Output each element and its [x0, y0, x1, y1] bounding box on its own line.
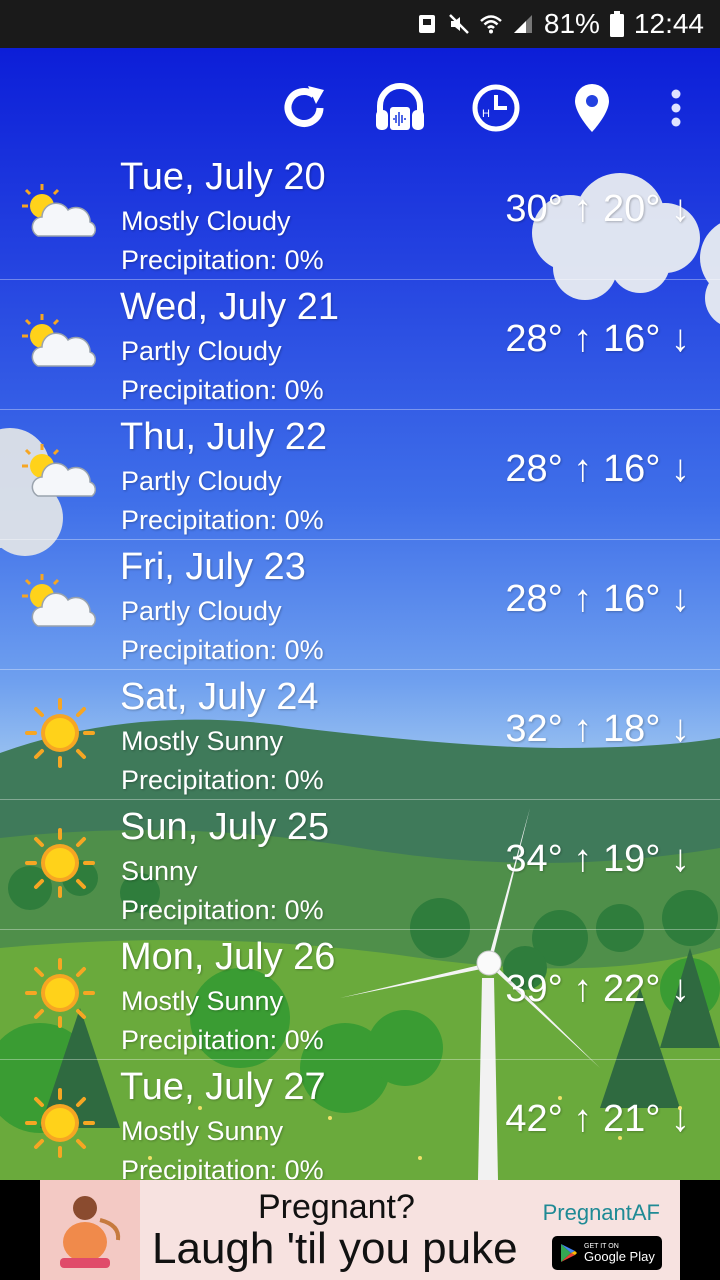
- sun-icon: [25, 698, 95, 768]
- forecast-temps: 39° ↑ 22° ↓: [505, 968, 690, 1010]
- forecast-list: Tue, July 20 Mostly Cloudy Precipitation…: [0, 150, 720, 1189]
- sun-icon: [25, 958, 95, 1028]
- forecast-condition: Mostly Sunny: [121, 986, 284, 1016]
- ad-body: Laugh 'til you puke: [152, 1224, 518, 1273]
- forecast-row[interactable]: Tue, July 27 Mostly Sunny Precipitation:…: [0, 1060, 720, 1189]
- ad-illustration: [40, 1180, 140, 1280]
- forecast-condition: Partly Cloudy: [121, 336, 282, 366]
- forecast-date: Tue, July 27: [120, 1066, 326, 1108]
- hourly-button[interactable]: H: [466, 78, 526, 138]
- forecast-date: Sat, July 24: [120, 676, 319, 718]
- forecast-condition: Mostly Cloudy: [121, 206, 291, 236]
- partly-cloudy-icon: [22, 314, 96, 367]
- forecast-condition: Partly Cloudy: [121, 596, 282, 626]
- forecast-precipitation: Precipitation: 0%: [121, 1025, 324, 1055]
- battery-icon: [609, 11, 624, 37]
- forecast-precipitation: Precipitation: 0%: [121, 375, 324, 405]
- forecast-date: Tue, July 20: [120, 156, 326, 198]
- play-store-icon: [561, 1244, 577, 1262]
- status-bar: 81% 12:44: [0, 0, 720, 48]
- svg-text:H: H: [482, 108, 490, 120]
- forecast-date: Thu, July 22: [120, 416, 327, 458]
- forecast-condition: Sunny: [121, 856, 198, 886]
- sun-icon: [25, 828, 95, 898]
- forecast-temps: 28° ↑ 16° ↓: [505, 578, 690, 620]
- sun-icon: [25, 1088, 95, 1158]
- forecast-precipitation: Precipitation: 0%: [121, 635, 324, 665]
- forecast-condition: Mostly Sunny: [121, 1116, 284, 1146]
- forecast-temps: 34° ↑ 19° ↓: [505, 838, 690, 880]
- forecast-condition: Mostly Sunny: [121, 726, 284, 756]
- forecast-row[interactable]: Wed, July 21 Partly Cloudy Precipitation…: [0, 280, 720, 410]
- location-pin-icon: [575, 84, 609, 132]
- more-vert-icon: [671, 89, 681, 127]
- partly-cloudy-icon: [22, 574, 96, 627]
- forecast-temps: 28° ↑ 16° ↓: [505, 318, 690, 360]
- forecast-temps: 42° ↑ 21° ↓: [505, 1098, 690, 1140]
- forecast-row[interactable]: Sat, July 24 Mostly Sunny Precipitation:…: [0, 670, 720, 800]
- ad-banner[interactable]: Pregnant? Laugh 'til you puke PregnantAF…: [40, 1180, 680, 1280]
- partly-cloudy-icon: [22, 184, 96, 237]
- forecast-temps: 28° ↑ 16° ↓: [505, 448, 690, 490]
- store-badge-text: Google Play: [584, 1249, 655, 1264]
- forecast-row[interactable]: Fri, July 23 Partly Cloudy Precipitation…: [0, 540, 720, 670]
- forecast-row[interactable]: Thu, July 22 Partly Cloudy Precipitation…: [0, 410, 720, 540]
- forecast-temps: 30° ↑ 20° ↓: [505, 188, 690, 230]
- ad-headline: Pregnant?: [258, 1188, 415, 1226]
- mute-icon: [448, 14, 469, 34]
- wifi-icon: [480, 15, 502, 34]
- forecast-temps: 32° ↑ 18° ↓: [505, 708, 690, 750]
- storage-icon: [418, 15, 435, 33]
- clock: 12:44: [633, 8, 704, 39]
- battery-percent: 81%: [543, 8, 600, 39]
- forecast-precipitation: Precipitation: 0%: [121, 505, 324, 535]
- forecast-date: Mon, July 26: [120, 936, 336, 978]
- refresh-icon: [284, 86, 324, 127]
- location-button[interactable]: [562, 78, 622, 138]
- forecast-precipitation: Precipitation: 0%: [121, 245, 324, 275]
- weather-app-screen: 81% 12:44 H Tue, July 20 Mostly Cloudy P…: [0, 0, 720, 1280]
- forecast-row[interactable]: Tue, July 20 Mostly Cloudy Precipitation…: [0, 150, 720, 280]
- signal-icon: [513, 15, 532, 33]
- headphones-icon: [376, 83, 424, 130]
- forecast-date: Wed, July 21: [120, 286, 339, 328]
- forecast-row[interactable]: Sun, July 25 Sunny Precipitation: 0% 34°…: [0, 800, 720, 930]
- forecast-row[interactable]: Mon, July 26 Mostly Sunny Precipitation:…: [0, 930, 720, 1060]
- google-play-badge[interactable]: GET IT ON Google Play: [552, 1236, 662, 1270]
- toolbar: H: [0, 48, 720, 158]
- overflow-menu-button[interactable]: [646, 78, 706, 138]
- sounds-button[interactable]: [370, 78, 430, 138]
- ad-brand: PregnantAF: [542, 1200, 660, 1225]
- forecast-condition: Partly Cloudy: [121, 466, 282, 496]
- refresh-button[interactable]: [274, 78, 334, 138]
- partly-cloudy-icon: [22, 444, 96, 497]
- forecast-date: Sun, July 25: [120, 806, 330, 848]
- forecast-date: Fri, July 23: [120, 546, 306, 588]
- ad-banner-container: Pregnant? Laugh 'til you puke PregnantAF…: [0, 1180, 720, 1280]
- forecast-precipitation: Precipitation: 0%: [121, 765, 324, 795]
- hourly-clock-icon: H: [472, 84, 520, 132]
- forecast-precipitation: Precipitation: 0%: [121, 895, 324, 925]
